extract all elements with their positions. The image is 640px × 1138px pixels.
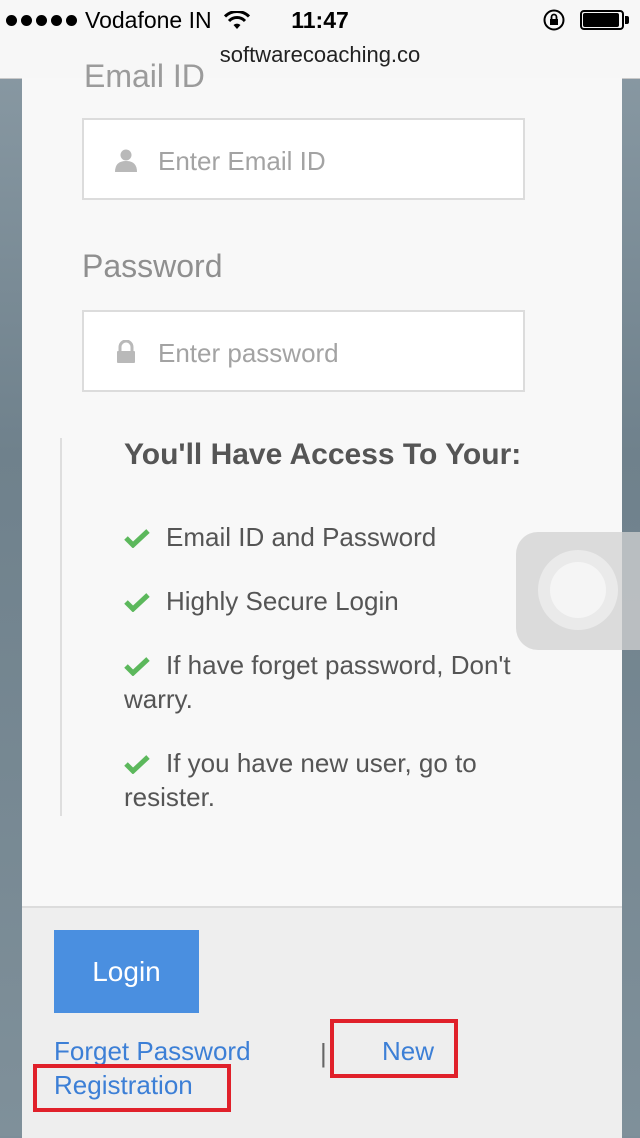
access-title: You'll Have Access To Your: xyxy=(124,438,522,471)
login-card: Email ID Password You'll Have Access To … xyxy=(22,58,622,908)
password-field-container xyxy=(82,310,525,392)
url-text: softwarecoaching.co xyxy=(219,42,421,67)
assistive-touch-button[interactable] xyxy=(516,532,640,650)
check-icon xyxy=(124,755,150,774)
forget-password-link[interactable]: Forget Password xyxy=(54,1036,251,1067)
user-icon xyxy=(115,149,137,172)
access-item: If have forget password, Don't warry. xyxy=(124,650,511,714)
check-icon xyxy=(124,593,150,612)
lock-icon xyxy=(117,340,135,363)
email-label: Email ID xyxy=(84,58,205,94)
highlight-box-registration xyxy=(33,1064,231,1112)
status-right xyxy=(542,8,632,32)
highlight-box-new xyxy=(330,1019,458,1078)
check-icon xyxy=(124,657,150,676)
rotation-lock-icon xyxy=(543,9,565,31)
link-separator: | xyxy=(320,1038,327,1068)
access-info: You'll Have Access To Your: Email ID and… xyxy=(60,438,582,816)
status-bar: Vodafone IN 11:47 xyxy=(0,0,640,40)
access-item: Email ID and Password xyxy=(124,520,574,554)
access-item: If you have new user, go to resister. xyxy=(124,748,477,812)
password-field[interactable] xyxy=(156,330,500,376)
email-field[interactable] xyxy=(156,138,500,184)
battery-icon xyxy=(580,8,632,32)
login-button[interactable]: Login xyxy=(54,930,199,1013)
check-icon xyxy=(124,529,150,548)
password-label: Password xyxy=(82,248,223,284)
email-field-container xyxy=(82,118,525,200)
access-item: Highly Secure Login xyxy=(124,584,574,618)
